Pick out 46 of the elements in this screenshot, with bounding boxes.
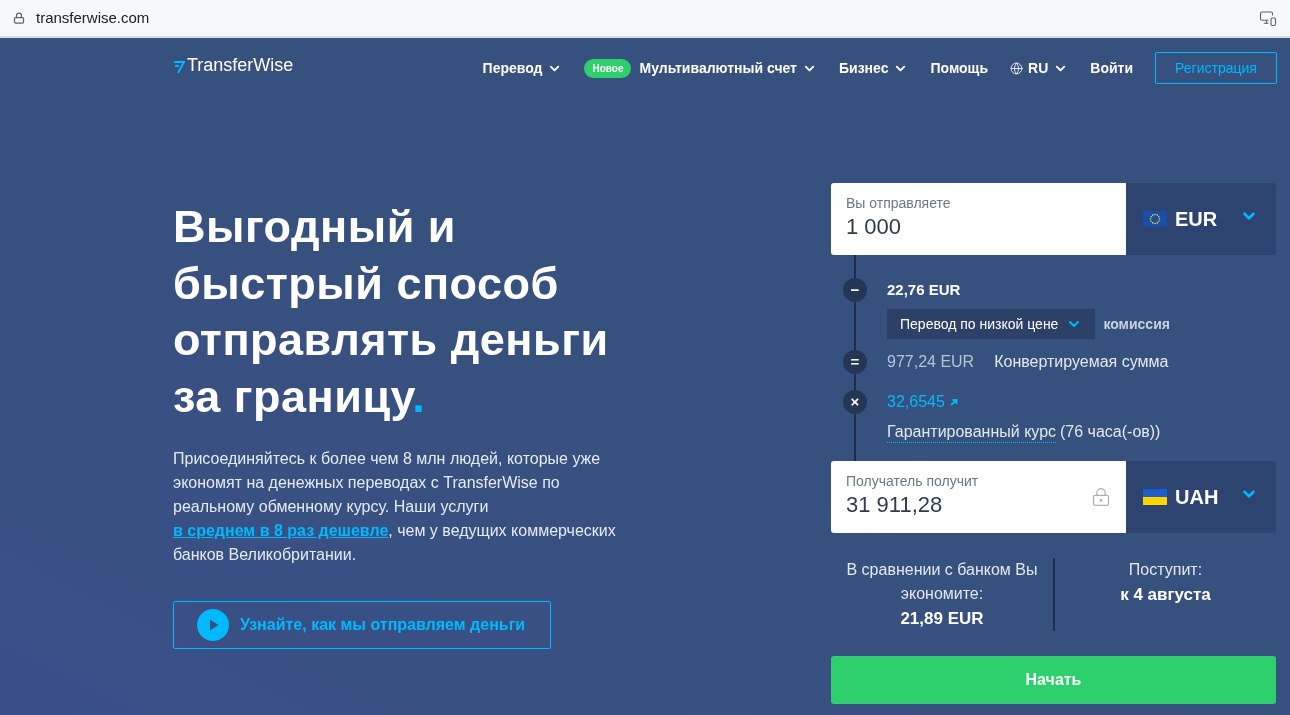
savings-amount: 21,89 EUR bbox=[900, 608, 984, 630]
fee-label: комиссия bbox=[1103, 314, 1170, 334]
hero-description: Присоединяйтесь к более чем 8 млн людей, которые уже экономят на денежных переводах с TransferWise по реальному обменному курсу. Наши услуги в среднем в 8 раз дешевле, чем у ведущих коммерческих банков Великобритании. bbox=[173, 449, 617, 565]
operator-icon: − bbox=[843, 278, 867, 302]
currency-selector[interactable]: EUR bbox=[1126, 183, 1276, 255]
exchange-rate: 32,6545 bbox=[887, 392, 945, 412]
nav-link[interactable]: Помощь bbox=[930, 57, 989, 79]
padlock-icon bbox=[1091, 487, 1111, 507]
amount-value: 1 000 bbox=[846, 213, 902, 241]
arrival-label: Поступит: bbox=[1128, 560, 1203, 580]
currency-selector[interactable]: UAH bbox=[1126, 461, 1276, 533]
nav-link[interactable]: Войти bbox=[1090, 57, 1133, 79]
video-button[interactable]: Узнайте, как мы отправляем деньги bbox=[173, 601, 551, 649]
address-bar-url[interactable]: transferwise.com bbox=[36, 6, 150, 30]
devices-icon[interactable] bbox=[1259, 9, 1277, 27]
field-label: Вы отправляете bbox=[846, 194, 951, 213]
globe-icon bbox=[1010, 61, 1024, 75]
savings-label: В сравнении с банком Вы экономите: bbox=[845, 560, 1039, 604]
register-button[interactable]: Регистрация bbox=[1155, 52, 1277, 84]
guaranteed-rate-link[interactable]: Гарантированный курс bbox=[887, 421, 1057, 443]
fee-amount: 22,76 EUR bbox=[887, 280, 961, 300]
small-arrow-icon bbox=[949, 398, 958, 406]
rate-duration: (76 часа(-ов)) bbox=[1060, 422, 1161, 442]
converted-amount: 977,24 EUR bbox=[887, 352, 975, 372]
transfer-type-dropdown[interactable]: Перевод по низкой цене bbox=[887, 309, 1096, 339]
send-amount-field[interactable]: Вы отправляете 1 000 bbox=[831, 183, 1126, 255]
play-icon bbox=[197, 609, 229, 641]
field-label: Получатель получит bbox=[846, 472, 979, 491]
operator-icon: × bbox=[843, 390, 867, 414]
language-selector[interactable]: RU bbox=[1010, 57, 1069, 79]
nav-menu-item[interactable]: Бизнес bbox=[838, 57, 909, 79]
receive-amount-field[interactable]: Получатель получит 31 911,28 bbox=[831, 461, 1126, 533]
lock-icon bbox=[13, 12, 25, 24]
savings-link[interactable]: в среднем в 8 раз дешевле bbox=[173, 522, 389, 539]
operator-icon: = bbox=[843, 350, 867, 374]
nav-menu-item[interactable]: Перевод bbox=[482, 57, 563, 79]
converted-label: Конвертируемая сумма bbox=[994, 352, 1169, 372]
arrival-date: к 4 августа bbox=[1120, 584, 1211, 606]
logo[interactable]: TransferWise bbox=[173, 51, 294, 79]
nav-menu-item[interactable]: Мультивалютный счет bbox=[639, 57, 817, 79]
hero-headline: Выгодный и быстрый способ отправлять деньги за границу. bbox=[173, 200, 610, 424]
flag-icon bbox=[1143, 211, 1167, 227]
logo-flag-icon bbox=[173, 59, 185, 74]
flag-icon bbox=[1143, 489, 1167, 505]
new-badge: Новое bbox=[584, 58, 632, 78]
amount-value: 31 911,28 bbox=[846, 491, 943, 519]
